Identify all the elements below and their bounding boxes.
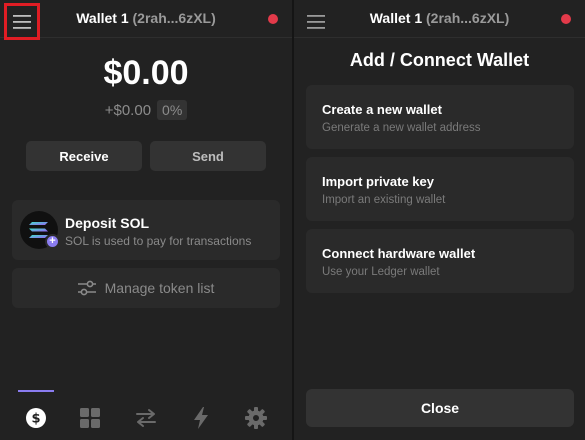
option-title: Create a new wallet [322, 102, 442, 117]
manage-token-list-button[interactable]: Manage token list [12, 268, 280, 308]
wallet-selector[interactable]: Wallet 1 (2rah...6zXL) [0, 10, 292, 26]
option-title: Connect hardware wallet [322, 246, 476, 261]
wallet-address: (2rah...6zXL) [132, 10, 216, 26]
option-subtitle: Generate a new wallet address [322, 122, 481, 134]
header-bar: Wallet 1 (2rah...6zXL) [0, 0, 292, 40]
wallet-selector[interactable]: Wallet 1 (2rah...6zXL) [294, 10, 585, 26]
dollar-icon: $ [26, 408, 46, 428]
deposit-title: Deposit SOL [65, 215, 150, 231]
import-private-key-option[interactable]: Import private key Import an existing wa… [306, 157, 574, 221]
send-button[interactable]: Send [150, 141, 266, 171]
gear-icon [245, 407, 267, 429]
balance-change-row: +$0.00 0% [0, 100, 292, 120]
bottom-tab-bar: $ [0, 390, 292, 440]
balance-change-percent: 0% [157, 100, 188, 120]
total-balance: $0.00 [103, 54, 189, 92]
wallet-home-panel: Wallet 1 (2rah...6zXL) $0.00 +$0.00 0% R… [0, 0, 292, 440]
page-title: Add / Connect Wallet [349, 50, 530, 70]
grid-icon [80, 408, 100, 428]
close-button[interactable]: Close [306, 389, 574, 427]
tab-swap[interactable] [128, 400, 164, 436]
receive-button[interactable]: Receive [26, 141, 142, 171]
lightning-icon [194, 407, 208, 429]
wallet-address: (2rah...6zXL) [426, 10, 510, 26]
swap-arrows-icon [136, 409, 156, 427]
connection-status-dot-icon [268, 14, 278, 24]
tab-settings[interactable] [238, 400, 274, 436]
add-connect-wallet-panel: Wallet 1 (2rah...6zXL) Add / Connect Wal… [294, 0, 585, 440]
option-title: Import private key [322, 174, 434, 189]
create-new-wallet-option[interactable]: Create a new wallet Generate a new walle… [306, 85, 574, 149]
svg-text:$: $ [31, 412, 40, 427]
connect-hardware-wallet-option[interactable]: Connect hardware wallet Use your Ledger … [306, 229, 574, 293]
active-tab-indicator [18, 390, 54, 392]
option-subtitle: Import an existing wallet [322, 194, 446, 206]
sliders-icon [77, 280, 96, 296]
option-subtitle: Use your Ledger wallet [322, 266, 440, 278]
tab-tokens[interactable]: $ [18, 400, 54, 436]
balance-change-value: +$0.00 [104, 101, 152, 119]
wallet-name: Wallet 1 [369, 10, 423, 26]
tab-activity[interactable] [183, 400, 219, 436]
deposit-subtitle: SOL is used to pay for transactions [65, 234, 252, 248]
add-badge-icon: + [45, 234, 60, 249]
manage-token-list-label: Manage token list [104, 280, 215, 296]
wallet-name: Wallet 1 [76, 10, 129, 26]
connection-status-dot-icon [561, 14, 571, 24]
tab-collectibles[interactable] [72, 400, 108, 436]
deposit-sol-card[interactable]: + Deposit SOL SOL is used to pay for tra… [12, 200, 280, 260]
header-bar: Wallet 1 (2rah...6zXL) [294, 0, 585, 38]
